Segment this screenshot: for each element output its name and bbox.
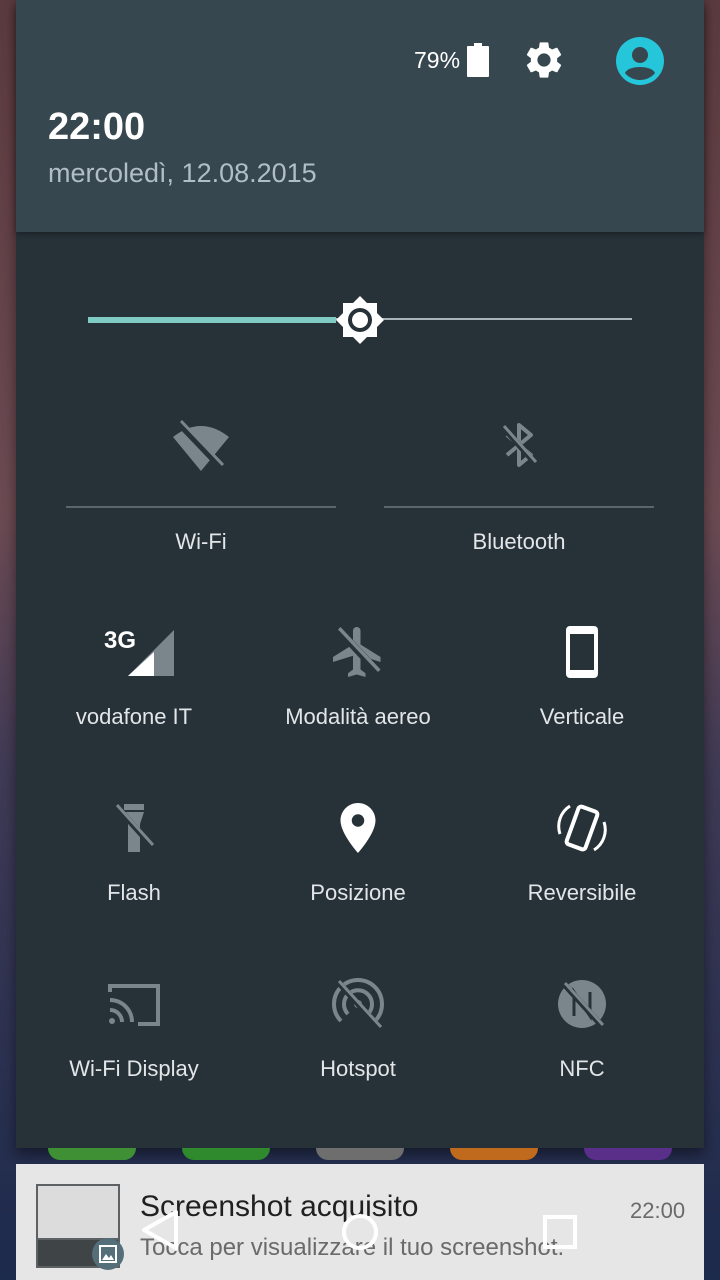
app-icon-peek-orange [450,1148,538,1160]
home-button[interactable] [340,1212,380,1257]
settings-gear-icon[interactable] [522,38,566,87]
brightness-sun-icon[interactable] [334,294,386,346]
tile-wifi[interactable]: Wi-Fi [66,403,336,554]
notification-time: 22:00 [630,1198,686,1223]
tile-bluetooth[interactable]: Bluetooth [384,403,654,554]
tile-location[interactable]: Posizione [246,798,470,948]
app-icon-peek-purple [584,1148,672,1160]
user-avatar-icon[interactable] [615,36,665,91]
quick-settings-panel: 79% 22:00 mercoledì, 12.08.2015 Wi-Fi Bl… [16,0,704,1148]
tile-hotspot-label: Hotspot [320,1056,396,1081]
tile-wifi-label: Wi-Fi [175,529,227,554]
tile-auto-rotate[interactable]: Reversibile [470,798,694,948]
tile-bluetooth-label: Bluetooth [472,529,566,554]
battery-percentage: 79% [414,47,461,73]
tile-orientation[interactable]: Verticale [470,622,694,772]
tile-location-label: Posizione [310,880,406,905]
quick-settings-header: 79% 22:00 mercoledì, 12.08.2015 [16,0,704,232]
tile-mobile-data-label: vodafone IT [75,704,193,729]
phone-portrait-icon [552,622,612,682]
location-pin-icon [328,798,388,858]
screen-rotation-icon [552,798,612,858]
battery-icon[interactable] [467,43,489,82]
app-icon-peek-green-2 [182,1148,270,1160]
tile-airplane-mode-label: Modalità aereo [285,704,431,729]
tile-orientation-label: Verticale [539,704,625,729]
tile-flashlight-label: Flash [107,880,161,905]
app-icon-peek-grey [316,1148,404,1160]
bluetooth-off-icon [489,415,549,475]
tile-airplane-mode[interactable]: Modalità aereo [246,622,470,772]
cast-icon [104,974,164,1034]
bluetooth-divider [384,506,654,508]
nfc-off-icon [552,974,612,1034]
app-icon-peek-green [48,1148,136,1160]
tile-cast[interactable]: Wi-Fi Display [22,974,246,1124]
tile-mobile-data[interactable]: 3G vodafone IT [22,622,246,772]
recents-button[interactable] [540,1212,580,1257]
clock[interactable]: 22:00 [48,106,145,149]
hotspot-off-icon [328,974,388,1034]
back-button[interactable] [140,1208,180,1257]
svg-text:3G: 3G [104,627,136,654]
tile-nfc-label: NFC [559,1056,605,1081]
tile-nfc[interactable]: NFC [470,974,694,1124]
tile-flashlight[interactable]: Flash [22,798,246,948]
airplane-off-icon [328,622,388,682]
tile-cast-label: Wi-Fi Display [69,1056,199,1081]
tile-hotspot[interactable]: Hotspot [246,974,470,1124]
wifi-divider [66,506,336,508]
tile-auto-rotate-label: Reversibile [527,880,637,905]
flashlight-off-icon [104,798,164,858]
signal-3g-icon: 3G [104,622,176,682]
wifi-off-icon [171,415,231,475]
image-badge-icon [92,1238,124,1270]
thumbnail-upper [38,1186,118,1238]
brightness-track-fill [88,317,336,323]
brightness-slider[interactable] [88,292,632,348]
date[interactable]: mercoledì, 12.08.2015 [48,158,317,189]
